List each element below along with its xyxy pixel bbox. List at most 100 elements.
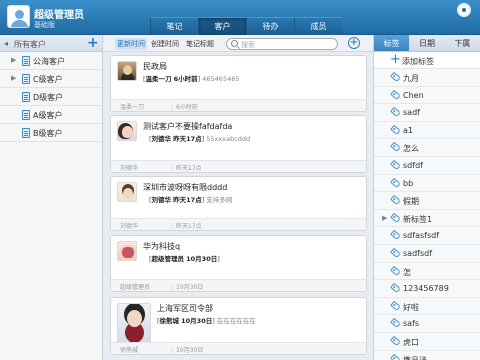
note-author: 温柔一刀 [145,75,172,83]
customer-thumbnail [117,121,137,141]
top-bar: 超级管理员 基础版 笔记 客户 待办 成员 [0,0,480,35]
tag-item[interactable]: ▶ 新标签1 [374,210,480,228]
card-summary: [刘德华 昨天17点] 支持多网 [149,196,233,204]
customer-thumbnail [117,303,151,343]
group-label: B级客户 [33,129,63,138]
tag-item[interactable]: a1 [374,122,480,140]
tab-todo[interactable]: 待办 [246,17,294,35]
customer-card[interactable]: 华为科技q [超级管理员 10月30日] 超级管理员 10月30日 [110,235,367,292]
tag-label: sadf [403,108,420,118]
tag-icon [390,282,401,294]
customer-card[interactable]: 深圳市波呀呀有限dddd [刘德华 昨天17点] 支持多网 刘德华 昨天17点 [110,176,367,231]
main-tabs: 笔记 客户 待办 成员 [150,17,342,35]
tab-notes[interactable]: 笔记 [150,17,198,35]
note-time: 昨天17点 [173,135,202,143]
note-author: 超级管理员 [151,255,185,263]
note-text: 支持多网 [206,196,233,204]
customer-card[interactable]: 测试客户不要操fafdafda [刘德华 昨天17点] 55xxxabcddd … [110,115,367,173]
note-text: 在在在在在在 [216,317,256,325]
tag-label: Chen [403,90,424,100]
footer-author: 徐熊城 [120,347,139,354]
settings-icon[interactable] [457,3,471,17]
card-summary: [刘德华 昨天17点] 55xxxabcddd [149,135,251,143]
tag-item[interactable]: 怎 [374,263,480,281]
tag-item[interactable]: safs [374,315,480,333]
add-group-button[interactable]: + [87,35,99,51]
group-item-a[interactable]: A级客户 [0,106,102,124]
group-label: 公海客户 [33,57,65,66]
group-label: A级客户 [33,111,63,120]
tag-label: a1 [403,125,413,135]
group-item-public[interactable]: ▶ 公海客户 [0,52,102,70]
tag-item[interactable]: sdfasfsdf [374,227,480,245]
tag-item[interactable]: Chen [374,87,480,105]
group-label: D级客户 [33,93,64,102]
all-customers-header[interactable]: ◂ 所有客户 + [0,35,102,52]
tab-date[interactable]: 日期 [409,35,444,51]
footer-time: 6小时前 [171,102,198,111]
customer-name: 测试客户不要操fafdafda [143,122,233,131]
tag-icon [390,124,401,135]
add-customer-button[interactable]: + [348,37,360,49]
tab-customers[interactable]: 客户 [198,17,246,35]
group-item-d[interactable]: D级客户 [0,88,102,106]
list-toolbar: 更新时间 创建时间 笔记标题 搜索 + [104,35,373,52]
tags-panel: 标签 日期 下属 + 添加标签 九月 Chen sadf a1 怎么 sdfdf bb 假期 ▶… [373,35,480,360]
customer-card[interactable]: 民政局 [温柔一刀 6小时前] 465465465 温柔一刀 6小时前 [110,55,367,112]
expand-arrow-icon[interactable]: ▶ [11,74,16,82]
group-icon [22,56,30,66]
tag-icon [390,335,401,347]
tag-item[interactable]: 好啦 [374,298,480,316]
tag-item[interactable]: sadfsdf [374,245,480,263]
tag-label: safs [403,319,420,329]
tag-label: 好啦 [403,302,419,312]
tag-item[interactable]: sadf [374,104,480,122]
footer-author: 温柔一刀 [120,104,145,111]
all-customers-title: 所有客户 [14,40,46,49]
tag-label: 怎么 [403,144,419,154]
tag-item[interactable]: bb [374,175,480,193]
group-item-c[interactable]: ▶ C级客户 [0,70,102,88]
tag-icon [390,353,401,360]
tag-icon [390,177,401,188]
tag-item[interactable]: 撒旦法 [374,351,480,360]
card-footer: 刘德华 昨天17点 [111,160,366,172]
sort-title-button[interactable]: 笔记标题 [184,38,216,50]
footer-author: 刘德华 [120,223,139,230]
tag-item[interactable]: sdfdf [374,157,480,175]
avatar-head [15,10,24,19]
tag-item[interactable]: 123456789 [374,280,480,298]
tab-tags[interactable]: 标签 [374,35,410,51]
tag-label: sadfsdf [403,248,433,258]
add-tag-button[interactable]: + 添加标签 [374,52,480,69]
user-avatar[interactable] [7,5,30,28]
footer-time: 昨天17点 [171,221,202,230]
customer-groups-panel: ◂ 所有客户 + ▶ 公海客户 ▶ C级客户 D级客户 A级客户 B级客户 [0,35,103,360]
tag-item[interactable]: 怎么 [374,139,480,157]
tag-label: 撒旦法 [403,355,427,360]
tag-item[interactable]: 假期 [374,192,480,210]
tab-members[interactable]: 成员 [294,17,342,35]
footer-time: 10月30日 [171,345,203,354]
sort-updated-button[interactable]: 更新时间 [115,38,147,50]
tag-item[interactable]: 虎口 [374,333,480,351]
customer-name: 深圳市波呀呀有限dddd [143,183,228,192]
customer-name: 民政局 [143,62,167,71]
footer-time: 昨天17点 [171,163,202,172]
tag-item[interactable]: 九月 [374,69,480,87]
tab-subordinates[interactable]: 下属 [445,35,480,51]
customer-card[interactable]: 上海军区司令部 [徐熊城 10月30日] 在在在在在在 徐熊城 10月30日 [110,297,367,355]
tag-label: 虎口 [403,337,419,347]
add-tag-label: 添加标签 [402,57,434,66]
note-author: 刘德华 [151,135,172,143]
card-summary: [徐熊城 10月30日] 在在在在在在 [157,317,256,325]
sort-created-button[interactable]: 创建时间 [149,38,181,50]
tag-icon [390,300,401,311]
search-input[interactable]: 搜索 [226,38,338,50]
note-time: 昨天17点 [173,196,202,204]
group-item-b[interactable]: B级客户 [0,124,102,142]
plus-icon: + [390,52,401,67]
expand-arrow-icon[interactable]: ▶ [382,214,387,222]
expand-arrow-icon[interactable]: ▶ [11,56,16,64]
note-author: 徐熊城 [159,317,180,325]
